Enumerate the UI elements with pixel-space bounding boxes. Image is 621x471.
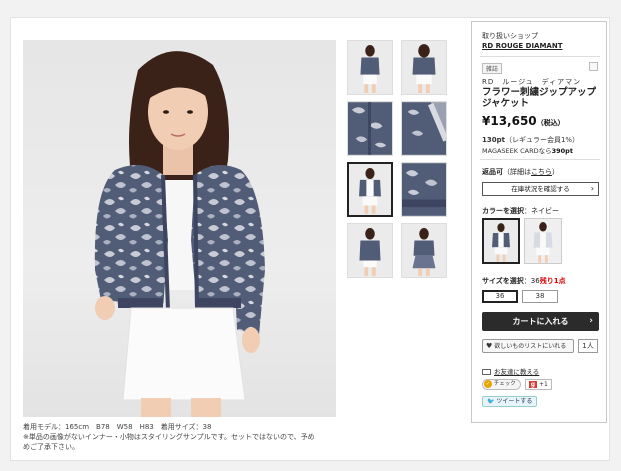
card-points: 390pt bbox=[551, 147, 573, 155]
shop-name-link[interactable]: RD ROUGE DIAMANT bbox=[482, 42, 562, 50]
returns-detail-pre: （詳細は bbox=[503, 168, 531, 176]
model-info-caption: 着用モデル：165cm B78 W58 H83 着用サイズ：38 ※単品の画像が… bbox=[23, 422, 353, 452]
thumbnail[interactable] bbox=[347, 40, 393, 95]
checkbox[interactable] bbox=[589, 62, 598, 71]
price-tax: （税込） bbox=[536, 119, 565, 127]
size-option-38[interactable]: 38 bbox=[522, 290, 558, 303]
points-info: 130pt（レギュラー会員1%） bbox=[482, 135, 579, 145]
thumbnail[interactable] bbox=[401, 162, 447, 217]
divider bbox=[480, 56, 600, 57]
add-to-cart-label: カートに入れる bbox=[512, 317, 569, 326]
thumbnail-image bbox=[402, 163, 446, 216]
swatch-image bbox=[525, 219, 561, 263]
returns-detail-post: ） bbox=[552, 168, 559, 176]
wishlist-label: 欲しいものリストにいれる bbox=[494, 343, 567, 350]
color-label-text: カラーを選択 bbox=[482, 207, 524, 215]
size-selected: ：36 bbox=[523, 277, 540, 285]
stock-remaining: 残り1点 bbox=[539, 277, 566, 285]
product-info-panel: 取り扱いショップ RD ROUGE DIAMANT 雑誌 RD ルージュ ディア… bbox=[471, 21, 607, 423]
thumbnail-selected[interactable] bbox=[347, 162, 393, 217]
chevron-right-icon: › bbox=[589, 316, 593, 326]
thumbnail-image bbox=[402, 102, 446, 155]
product-title: フラワー刺繍ジップアップジャケット bbox=[482, 87, 597, 109]
twitter-bird-icon: 🐦 bbox=[487, 398, 495, 405]
tweet-button[interactable]: 🐦 ツイートする bbox=[482, 396, 538, 407]
google-plus-button[interactable]: g +1 bbox=[524, 379, 552, 390]
model-size-text: 着用モデル：165cm B78 W58 H83 着用サイズ：38 bbox=[23, 423, 212, 431]
check-stock-button[interactable]: 在庫状況を確認する › bbox=[482, 182, 599, 196]
divider bbox=[480, 159, 600, 160]
card-text: MAGASEEK CARDなら bbox=[482, 147, 552, 155]
tell-friend-label: お友達に教える bbox=[494, 368, 540, 376]
thumbnail-image bbox=[402, 224, 446, 277]
returns-label: 返品可 bbox=[482, 168, 503, 176]
returns-detail-link[interactable]: こちら bbox=[531, 168, 552, 176]
color-swatch-navy[interactable] bbox=[482, 218, 520, 264]
shop-label: 取り扱いショップ bbox=[482, 32, 538, 40]
thumbnail-image bbox=[349, 164, 391, 215]
add-to-wishlist-button[interactable]: ♥ 欲しいものリストにいれる bbox=[482, 339, 574, 353]
google-plus-icon: g bbox=[528, 381, 538, 388]
main-product-photo bbox=[23, 40, 336, 417]
price-value: ¥13,650 bbox=[482, 114, 537, 128]
mail-icon bbox=[482, 369, 491, 375]
points-note: （レギュラー会員1%） bbox=[504, 136, 580, 144]
size-option-36[interactable]: 36 bbox=[482, 290, 518, 303]
card-points-info: MAGASEEK CARDなら390pt bbox=[482, 145, 573, 155]
tell-friend-link[interactable]: お友達に教える bbox=[482, 366, 539, 376]
thumbnail-grid bbox=[347, 40, 451, 278]
thumbnail-image bbox=[348, 224, 392, 277]
thumbnail[interactable] bbox=[347, 101, 393, 156]
thumbnail[interactable] bbox=[347, 223, 393, 278]
color-swatches bbox=[482, 218, 562, 264]
gplus-label: +1 bbox=[538, 381, 548, 388]
product-price: ¥13,650（税込） bbox=[482, 114, 565, 128]
brand-name: RD ルージュ ディアマン bbox=[482, 78, 582, 86]
check-icon: ✓ bbox=[484, 380, 492, 388]
thumbnail-image bbox=[348, 102, 392, 155]
returns-info: 返品可（詳細はこちら） bbox=[482, 167, 559, 177]
color-swatch-light[interactable] bbox=[524, 218, 562, 264]
styling-note-text: ※単品の画像がないインナー・小物はスタイリングサンプルです。セットではないので、… bbox=[23, 433, 315, 441]
heart-icon: ♥ bbox=[486, 342, 493, 350]
wishlist-count: 1人 bbox=[578, 339, 598, 353]
thumbnail-image bbox=[348, 41, 392, 94]
size-label-text: サイズを選択 bbox=[482, 277, 524, 285]
size-options: 36 38 bbox=[482, 290, 558, 303]
tweet-label: ツイートする bbox=[496, 398, 533, 405]
social-buttons: ✓ チェック g +1 bbox=[482, 379, 552, 390]
model-illustration bbox=[94, 51, 265, 417]
mixi-check-button[interactable]: ✓ チェック bbox=[482, 379, 521, 390]
check-label: チェック bbox=[493, 381, 516, 387]
thumbnail[interactable] bbox=[401, 101, 447, 156]
thumbnail[interactable] bbox=[401, 40, 447, 95]
thumbnail[interactable] bbox=[401, 223, 447, 278]
styling-note-text-cont: めご了承下さい。 bbox=[23, 443, 79, 451]
swatch-image bbox=[484, 220, 518, 262]
check-stock-label: 在庫状況を確認する bbox=[511, 185, 570, 193]
add-to-cart-button[interactable]: カートに入れる › bbox=[482, 312, 599, 331]
size-select-label: サイズを選択：36残り1点 bbox=[482, 276, 566, 286]
thumbnail-image bbox=[402, 41, 446, 94]
magazine-tag: 雑誌 bbox=[482, 63, 503, 74]
color-selected: ：ネイビー bbox=[524, 207, 559, 215]
color-select-label: カラーを選択：ネイビー bbox=[482, 206, 559, 216]
chevron-right-icon: › bbox=[590, 184, 594, 193]
product-page: 着用モデル：165cm B78 W58 H83 着用サイズ：38 ※単品の画像が… bbox=[10, 17, 610, 461]
points-value: 130pt bbox=[482, 136, 505, 144]
